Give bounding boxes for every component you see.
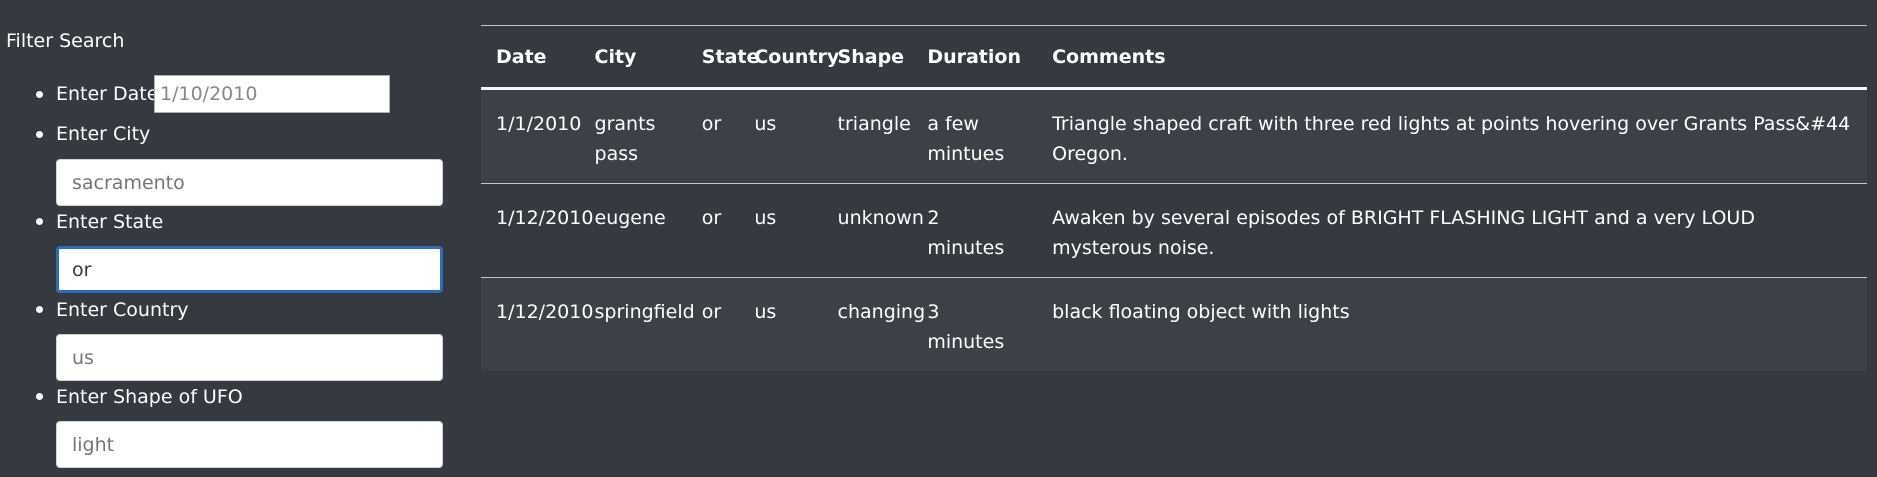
- state-label: Enter State: [56, 211, 164, 233]
- cell-date: 1/12/2010: [481, 277, 593, 371]
- cell-country: us: [739, 277, 823, 371]
- cell-city: eugene: [579, 183, 687, 278]
- bullet-icon: [36, 91, 43, 98]
- city-label: Enter City: [56, 123, 151, 145]
- header-date: Date: [481, 26, 580, 90]
- cell-country: us: [739, 88, 823, 184]
- cell-date: 1/1/2010: [481, 88, 581, 184]
- results-table-wrapper: Date City State Country Shape Duration C…: [481, 25, 1867, 371]
- cell-city: springfield: [579, 277, 695, 371]
- table-header-row: Date City State Country Shape Duration C…: [481, 26, 1867, 90]
- cell-state: or: [686, 88, 740, 184]
- cell-city: grants pass: [579, 88, 687, 184]
- state-input[interactable]: [56, 246, 443, 293]
- country-label: Enter Country: [56, 299, 189, 321]
- bullet-icon: [36, 131, 43, 138]
- cell-shape: triangle: [822, 88, 913, 184]
- cell-comments: black floating object with lights: [1037, 277, 1867, 371]
- shape-label: Enter Shape of UFO: [56, 386, 243, 408]
- cell-comments: Awaken by several episodes of BRIGHT FLA…: [1037, 183, 1867, 278]
- cell-duration: a few mintues: [912, 88, 1038, 184]
- bullet-icon: [36, 218, 43, 225]
- cell-country: us: [739, 183, 823, 278]
- bullet-icon: [36, 306, 43, 313]
- header-duration: Duration: [912, 26, 1038, 90]
- cell-shape: changing: [822, 277, 925, 371]
- filter-title: Filter Search: [6, 30, 125, 52]
- date-label: Enter Date: [56, 83, 159, 105]
- header-comments: Comments: [1037, 26, 1867, 90]
- bullet-icon: [36, 393, 43, 400]
- cell-duration: 2 minutes: [912, 183, 1038, 278]
- ufo-table: Date City State Country Shape Duration C…: [481, 26, 1867, 371]
- filter-panel: Filter Search Enter Date Enter City Ente…: [0, 0, 460, 477]
- header-state: State: [686, 26, 759, 90]
- cell-comments: Triangle shaped craft with three red lig…: [1037, 88, 1867, 184]
- table-row: 1/12/2010 springfield or us changing 3 m…: [481, 277, 1867, 371]
- table-row: 1/1/2010 grants pass or us triangle a fe…: [481, 88, 1867, 184]
- cell-duration: 3 minutes: [912, 277, 1038, 371]
- cell-state: or: [686, 183, 740, 278]
- city-input[interactable]: [56, 159, 443, 206]
- cell-state: or: [686, 277, 740, 371]
- table-row: 1/12/2010 eugene or us unknown 2 minutes…: [481, 183, 1867, 278]
- shape-input[interactable]: [56, 421, 443, 468]
- date-input[interactable]: [154, 75, 390, 113]
- cell-shape: unknown: [822, 183, 924, 278]
- country-input[interactable]: [56, 334, 443, 381]
- header-city: City: [579, 26, 687, 90]
- cell-date: 1/12/2010: [481, 183, 593, 278]
